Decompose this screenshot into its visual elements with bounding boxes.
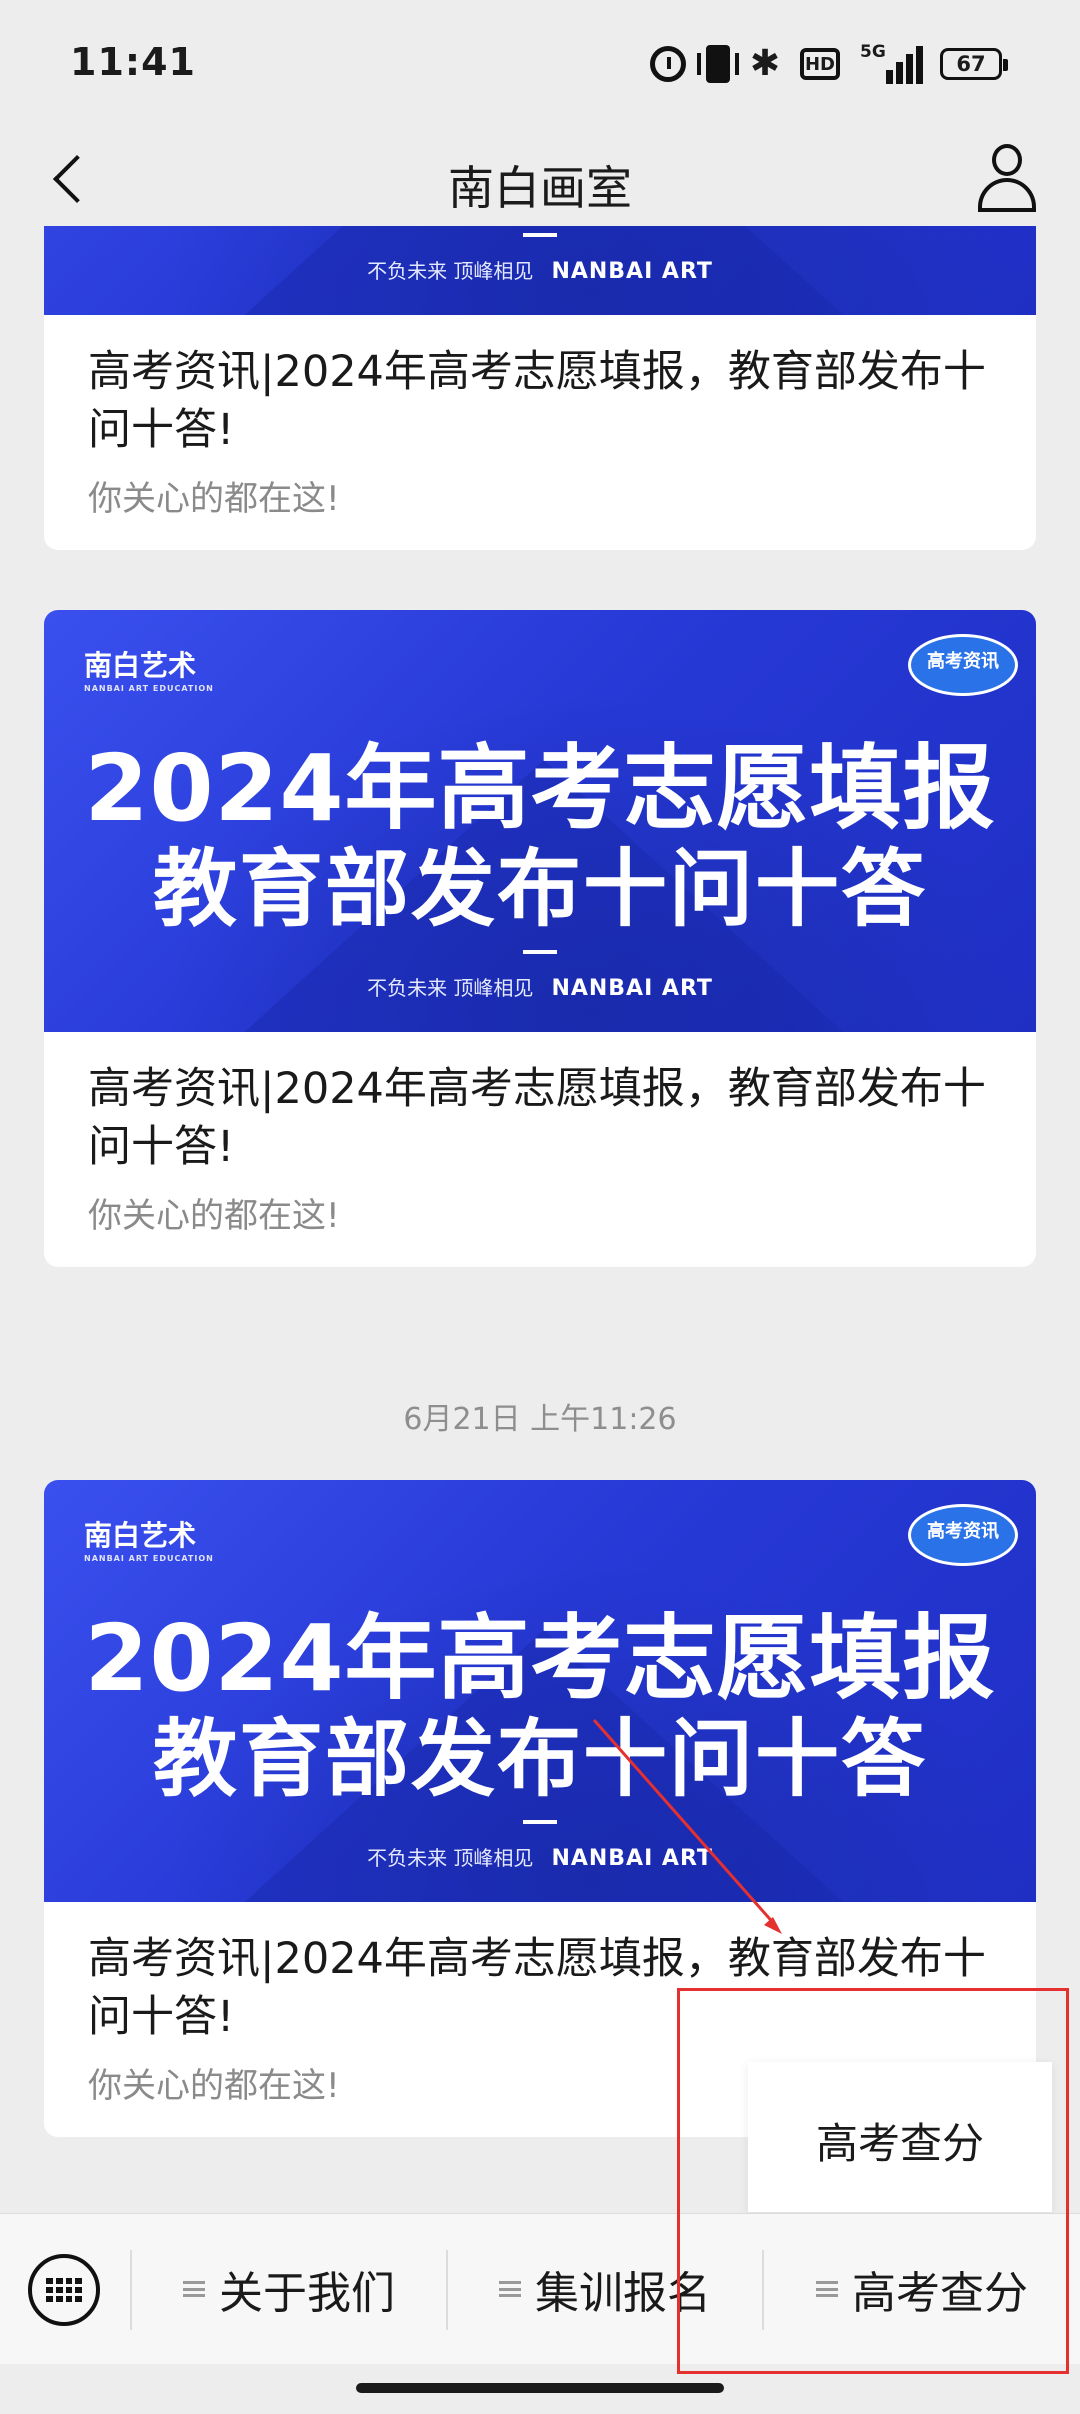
signal-icon: 5G [860,42,923,84]
article-subtitle: 你关心的都在这! [88,479,340,519]
alarm-icon [649,46,686,82]
article-banner[interactable]: 南白艺术NANBAI ART EDUCATION 高考资讯 2024年高考志愿填… [44,610,1036,1032]
article-subtitle: 你关心的都在这! [88,1196,340,1236]
article-banner[interactable]: 南白艺术NANBAI ART EDUCATION 高考资讯 2024年高考志愿填… [44,226,1036,315]
submenu-popup: 高考查分 [748,2062,1052,2212]
menu-label: 高考查分 [852,2268,1028,2319]
article-card[interactable]: 南白艺术NANBAI ART EDUCATION 高考资讯 2024年高考志愿填… [44,1480,1036,2137]
vibrate-icon [696,45,739,83]
banner-subheadline: 教育部发布十问十答 [152,840,927,938]
banner-badge: 高考资讯 [908,1504,1018,1566]
menu-label: 关于我们 [219,2268,395,2319]
banner-brand-logo: 南白艺术 NANBAI ART EDUCATION [84,649,214,693]
menu-about-us[interactable]: 关于我们 [132,2214,446,2364]
status-bar: 11:41 ✱ HD 5G 67 [0,0,1080,130]
banner-slogan: 不负未来 顶峰相见 NANBAI ART [367,259,713,284]
hd-icon: HD [800,48,840,80]
article-banner[interactable]: 南白艺术NANBAI ART EDUCATION 高考资讯 2024年高考志愿填… [44,1480,1036,1902]
chat-header: 南白画室 [0,130,1080,226]
profile-button[interactable] [972,140,1042,216]
bottom-menu-bar: 关于我们 集训报名 高考查分 [0,2213,1080,2364]
article-card[interactable]: 南白艺术NANBAI ART EDUCATION 高考资讯 2024年高考志愿填… [44,226,1036,550]
banner-slogan: 不负未来 顶峰相见 NANBAI ART [367,976,713,1001]
menu-lines-icon [499,2281,521,2297]
submenu-item-gaokao-score[interactable]: 高考查分 [748,2110,1052,2171]
status-time: 11:41 [70,40,196,84]
menu-lines-icon [816,2281,838,2297]
battery-icon: 67 [940,48,1008,80]
date-separator: 6月21日 上午11:26 [403,1402,677,1437]
network-type-label: 5G [860,42,886,62]
keyboard-toggle-button[interactable] [28,2254,100,2326]
page-title: 南白画室 [448,161,632,215]
banner-subheadline: 教育部发布十问十答 [152,1710,927,1808]
home-indicator[interactable] [356,2383,724,2393]
banner-brand-logo: 南白艺术 NANBAI ART EDUCATION [84,1519,214,1563]
message-feed[interactable]: 南白艺术NANBAI ART EDUCATION 高考资讯 2024年高考志愿填… [0,226,1080,2213]
menu-training-signup[interactable]: 集训报名 [448,2214,762,2364]
banner-badge: 高考资讯 [908,634,1018,696]
keyboard-icon [46,2278,82,2302]
status-icons: ✱ HD 5G 67 [649,42,1008,86]
article-card[interactable]: 南白艺术NANBAI ART EDUCATION 高考资讯 2024年高考志愿填… [44,610,1036,1267]
banner-slogan: 不负未来 顶峰相见 NANBAI ART [367,1846,713,1871]
menu-lines-icon [183,2281,205,2297]
article-title[interactable]: 高考资讯|2024年高考志愿填报，教育部发布十问十答! [88,1060,992,1176]
menu-gaokao-score[interactable]: 高考查分 [764,2214,1080,2364]
article-title[interactable]: 高考资讯|2024年高考志愿填报，教育部发布十问十答! [88,343,992,459]
menu-label: 集训报名 [535,2268,711,2319]
user-icon [992,144,1022,176]
article-title[interactable]: 高考资讯|2024年高考志愿填报，教育部发布十问十答! [88,1930,992,2046]
bluetooth-icon: ✱ [749,43,780,84]
